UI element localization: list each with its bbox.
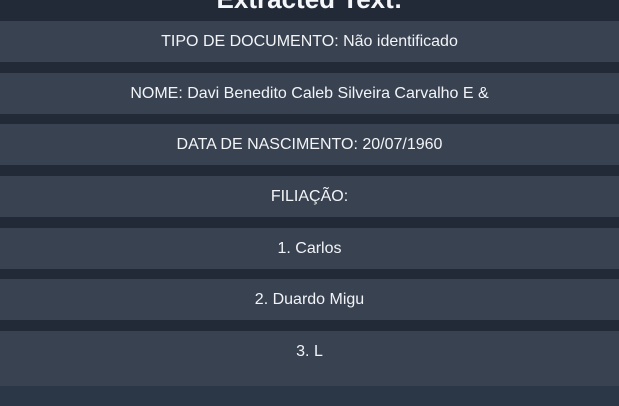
- extracted-text-line: TIPO DE DOCUMENTO: Não identificado: [0, 21, 619, 62]
- page: Extracted Text: TIPO DE DOCUMENTO: Não i…: [0, 0, 619, 406]
- bottom-bar: [0, 386, 619, 406]
- extracted-text-line: 3. L: [0, 331, 619, 386]
- extracted-text-line: 2. Duardo Migu: [0, 279, 619, 320]
- extracted-text-line: DATA DE NASCIMENTO: 20/07/1960: [0, 124, 619, 165]
- extracted-text-line: FILIAÇÃO:: [0, 176, 619, 217]
- page-title: Extracted Text:: [0, 0, 619, 14]
- extracted-text-list: TIPO DE DOCUMENTO: Não identificado NOME…: [0, 21, 619, 386]
- extracted-text-line: NOME: Davi Benedito Caleb Silveira Carva…: [0, 73, 619, 114]
- extracted-text-line: 1. Carlos: [0, 228, 619, 269]
